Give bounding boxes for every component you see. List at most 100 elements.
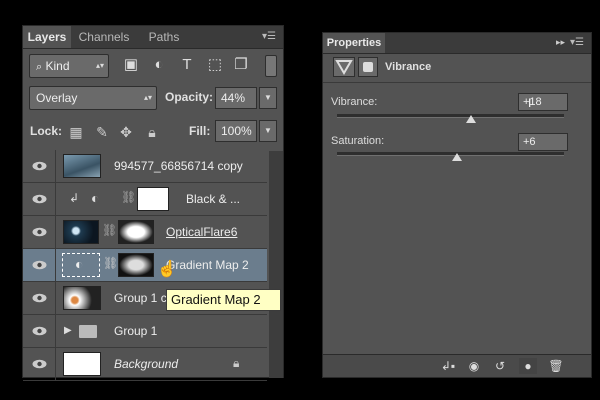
eye-icon <box>32 260 47 270</box>
blend-mode-dropdown[interactable]: Overlay ▴▾ <box>29 86 157 110</box>
layer-mask-thumbnail <box>118 253 154 277</box>
chain-link-icon[interactable]: ⛓ <box>102 223 117 237</box>
lock-image-icon[interactable]: ✎ <box>93 122 111 142</box>
layer-name[interactable]: Background <box>114 348 178 380</box>
visibility-toggle[interactable] <box>23 315 56 347</box>
folder-icon <box>79 325 97 338</box>
layer-thumbnail <box>63 220 99 244</box>
layers-scrollbar[interactable] <box>269 151 283 378</box>
layer-tooltip: Gradient Map 2 <box>166 289 281 311</box>
lock-icon: 🔒︎ <box>233 356 240 370</box>
fill-input[interactable]: 100% <box>215 120 257 142</box>
panel-menu-icon[interactable]: ▾☰ <box>569 37 585 49</box>
visibility-toggle[interactable] <box>23 348 56 380</box>
filter-toggle[interactable] <box>265 55 277 77</box>
layer-thumbnail <box>63 154 101 178</box>
visibility-toggle[interactable] <box>23 216 56 248</box>
layer-thumbnail <box>63 352 101 376</box>
adjustment-name: Vibrance <box>385 61 432 73</box>
view-previous-state-icon[interactable]: ◉ <box>465 358 483 374</box>
layer-thumbnail <box>63 286 101 310</box>
saturation-slider-track[interactable] <box>337 152 564 156</box>
chain-link-icon[interactable]: ⛓ <box>121 190 136 204</box>
layer-thumbnail: ◐ <box>62 253 100 277</box>
layer-mask-thumbnail <box>118 220 154 244</box>
vibrance-slider-track[interactable] <box>337 114 564 118</box>
tab-properties[interactable]: Properties <box>323 33 385 53</box>
layer-group-row[interactable]: ▶ Group 1 <box>23 315 267 348</box>
vibrance-slider-thumb[interactable] <box>465 115 476 123</box>
opacity-dropdown-button[interactable]: ▼ <box>259 87 277 109</box>
lock-transparency-icon[interactable]: ▦ <box>67 122 85 142</box>
visibility-toggle[interactable] <box>23 183 56 215</box>
layer-name[interactable]: Group 1 c <box>114 282 167 314</box>
panel-menu-icon[interactable]: ▾☰ <box>261 31 277 43</box>
blend-mode-value: Overlay <box>36 91 78 105</box>
layer-name[interactable]: OpticalFlare6 <box>166 216 237 248</box>
expand-triangle-icon[interactable]: ▶ <box>64 325 72 336</box>
eye-icon <box>32 161 47 171</box>
image-filter-icon[interactable]: ▣ <box>121 54 141 76</box>
opacity-label: Opacity: <box>165 90 214 104</box>
layers-list: 994577_66856714 copy ↲ ◐ ⛓ Black & ... ⛓… <box>23 150 267 381</box>
vibrance-input[interactable]: +18 <box>518 93 568 111</box>
properties-bottom-bar: ↲▪ ◉ ↺ ● 🗑︎ <box>323 354 591 377</box>
trash-icon[interactable]: 🗑︎ <box>547 358 565 374</box>
chain-link-icon[interactable]: ⛓ <box>103 256 118 270</box>
layer-row-selected[interactable]: ◐ ⛓ Gradient Map 2 ☝ <box>23 249 267 282</box>
hand-cursor-icon: ☝ <box>157 261 177 278</box>
smart-object-filter-icon[interactable]: ❐ <box>231 54 251 76</box>
gradient-map-icon: ◐ <box>75 256 84 272</box>
layer-name[interactable]: Group 1 <box>114 315 157 347</box>
saturation-label: Saturation: <box>331 135 385 147</box>
layer-row[interactable]: Background 🔒︎ <box>23 348 267 381</box>
dropdown-arrows-icon: ▴▾ <box>95 61 104 70</box>
layers-tabbar: Layers Channels Paths ▾☰ <box>23 26 283 49</box>
visibility-icon[interactable]: ● <box>519 358 537 374</box>
adjustment-type-button[interactable] <box>333 57 355 77</box>
filter-kind-label: Kind <box>45 59 70 73</box>
mask-icon <box>363 62 373 72</box>
type-filter-icon[interactable]: T <box>177 54 197 76</box>
mask-button[interactable] <box>358 57 378 77</box>
lock-position-icon[interactable]: ✥ <box>117 122 135 142</box>
clipping-arrow-icon: ↲ <box>69 191 80 205</box>
saturation-slider-thumb[interactable] <box>452 153 463 161</box>
fill-label: Fill: <box>189 124 211 138</box>
lock-all-icon[interactable]: 🔒︎ <box>143 122 161 142</box>
eye-icon <box>32 326 47 336</box>
vibrance-label: Vibrance: <box>331 96 378 108</box>
layer-name[interactable]: Black & ... <box>186 183 240 215</box>
search-icon: ⌕ <box>36 61 43 73</box>
text-cursor-icon: I <box>528 96 532 110</box>
lock-label: Lock: <box>30 124 63 138</box>
visibility-toggle[interactable] <box>23 282 56 314</box>
visibility-toggle[interactable] <box>23 150 56 182</box>
opacity-input[interactable]: 44% <box>215 87 257 109</box>
vibrance-triangle-icon <box>335 60 353 75</box>
layer-name[interactable]: 994577_66856714 copy <box>114 150 243 182</box>
reset-icon[interactable]: ↺ <box>491 358 509 374</box>
tab-layers[interactable]: Layers <box>23 26 71 48</box>
visibility-toggle[interactable] <box>23 249 56 281</box>
adjustment-layer-icon: ◐ <box>91 190 100 206</box>
divider <box>323 82 591 83</box>
filter-kind-dropdown[interactable]: ⌕ Kind ▴▾ <box>29 54 109 78</box>
layers-panel: Layers Channels Paths ▾☰ ⌕ Kind ▴▾ ▣ ◐ T… <box>22 25 284 381</box>
layer-row[interactable]: ⛓ OpticalFlare6 <box>23 216 267 249</box>
layer-row[interactable]: 994577_66856714 copy <box>23 150 267 183</box>
eye-icon <box>32 293 47 303</box>
tab-channels[interactable]: Channels <box>73 26 135 48</box>
fill-dropdown-button[interactable]: ▼ <box>259 120 277 142</box>
dropdown-arrows-icon: ▴▾ <box>143 93 152 102</box>
layer-row[interactable]: ↲ ◐ ⛓ Black & ... <box>23 183 267 216</box>
adjustment-filter-icon[interactable]: ◐ <box>149 54 169 76</box>
eye-icon <box>32 227 47 237</box>
layer-mask-thumbnail <box>137 187 169 211</box>
saturation-input[interactable]: +6 <box>518 133 568 151</box>
layer-name[interactable]: Gradient Map 2 <box>166 249 249 281</box>
collapse-icon[interactable]: ▸▸ <box>556 37 565 48</box>
tab-paths[interactable]: Paths <box>139 26 189 48</box>
clip-to-layer-icon[interactable]: ↲▪ <box>439 358 457 374</box>
shape-filter-icon[interactable]: ⬚ <box>205 54 225 76</box>
